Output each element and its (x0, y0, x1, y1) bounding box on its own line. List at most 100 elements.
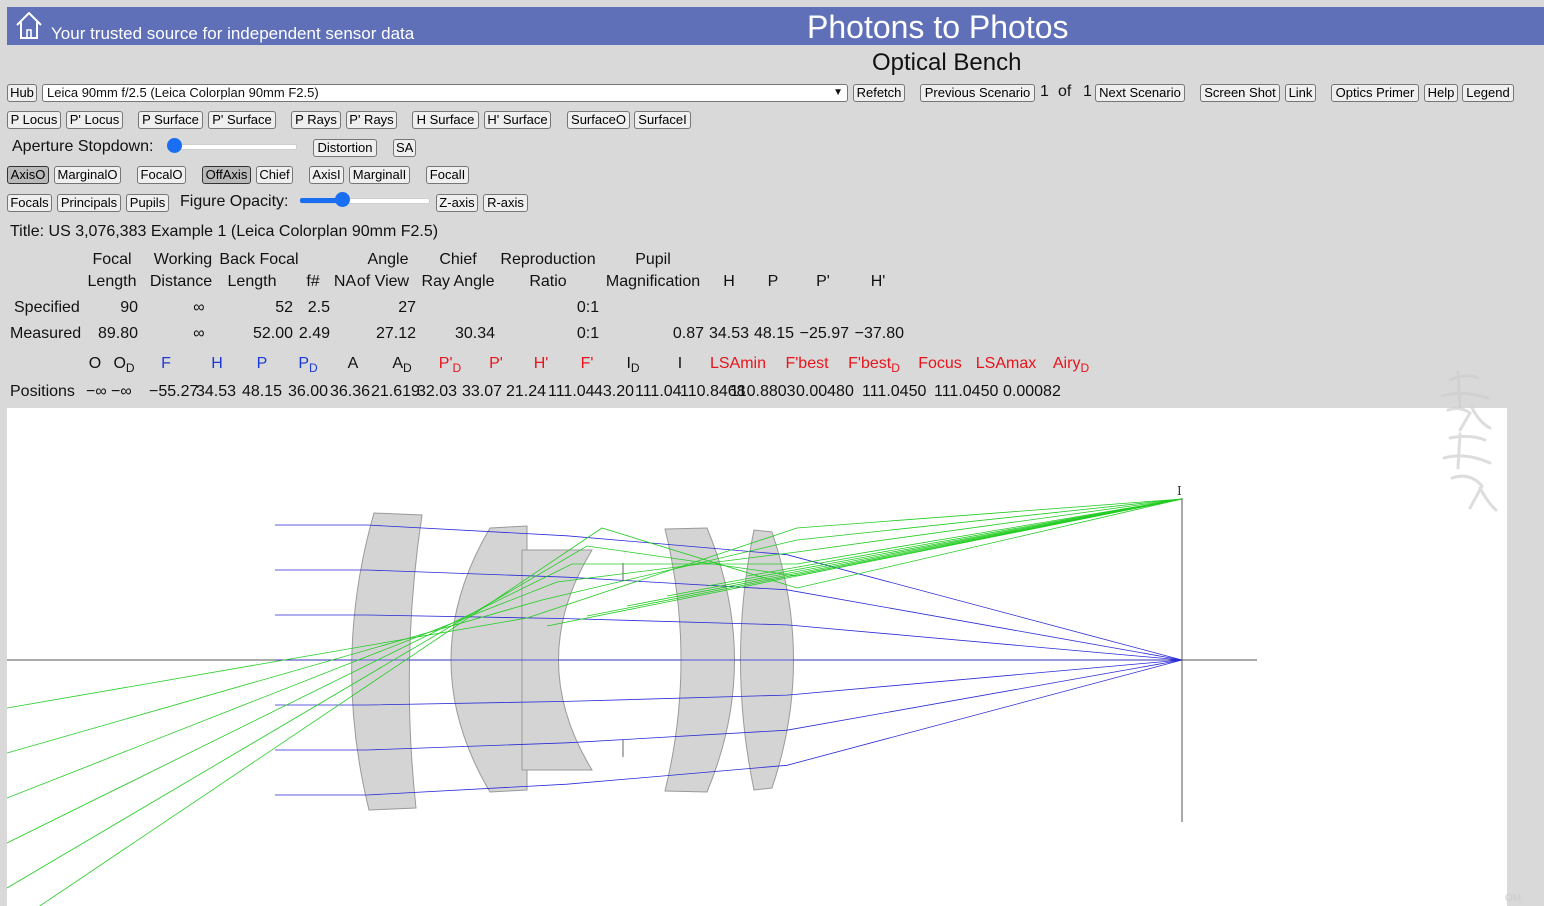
h-surface-button[interactable]: H Surface (412, 111, 479, 129)
screen-shot-button[interactable]: Screen Shot (1200, 84, 1280, 102)
position-label: F'best (785, 355, 828, 373)
figure-opacity-label: Figure Opacity: (180, 193, 289, 210)
aperture-stopdown-label: Aperture Stopdown: (12, 138, 154, 155)
marginal-o-button[interactable]: MarginalO (54, 166, 121, 184)
specified-fnum: 2.5 (307, 299, 330, 316)
footer-mark: OM (1505, 893, 1522, 904)
next-scenario-button[interactable]: Next Scenario (1095, 84, 1185, 102)
position-label-text: LSAmax (975, 355, 1037, 372)
measured-angle: 27.12 (375, 325, 416, 342)
site-title[interactable]: Photons to Photos (807, 9, 1069, 46)
z-axis-button[interactable]: Z-axis (436, 194, 478, 212)
principals-button[interactable]: Principals (57, 194, 121, 212)
scenario-of: of (1058, 83, 1072, 100)
hub-button[interactable]: Hub (7, 84, 37, 102)
focal-o-button[interactable]: FocalO (137, 166, 186, 184)
p-surface-button[interactable]: P Surface (138, 111, 203, 129)
position-label-text: O (88, 355, 102, 372)
position-value: 111.0450 (934, 383, 999, 400)
position-label: PD (298, 355, 317, 375)
col-header-chief: Chief (439, 251, 477, 268)
p-prime-rays-button[interactable]: P' Rays (346, 111, 397, 129)
surface-o-button[interactable]: SurfaceO (567, 111, 630, 129)
site-tagline: Your trusted source for independent sens… (51, 24, 415, 43)
surface-i-button[interactable]: SurfaceI (634, 111, 691, 129)
position-label: ID (626, 355, 639, 375)
legend-button[interactable]: Legend (1462, 84, 1514, 102)
position-label: H (211, 355, 223, 373)
position-label: AiryD (1053, 355, 1089, 375)
position-label-subscript: D (125, 361, 135, 376)
pupils-button[interactable]: Pupils (126, 194, 169, 212)
position-value: 33.07 (462, 383, 503, 400)
axis-i-button[interactable]: AxisI (309, 166, 344, 184)
measured-chief: 30.34 (454, 325, 495, 342)
measured-p: 48.15 (753, 325, 794, 342)
chief-button[interactable]: Chief (256, 166, 293, 184)
position-value: 111.0450 (862, 383, 927, 400)
slider-thumb[interactable] (167, 138, 182, 153)
measured-pupil-mag: 0.87 (672, 325, 704, 342)
p-rays-button[interactable]: P Rays (291, 111, 341, 129)
position-label-text: P' (489, 355, 503, 372)
h-prime-surface-button[interactable]: H' Surface (484, 111, 551, 129)
optical-bench-canvas[interactable]: I (7, 408, 1507, 906)
position-label: F' (581, 355, 594, 373)
col-header-p-prime: P' (816, 273, 830, 290)
position-value: 43.20 (594, 383, 635, 400)
optics-primer-button[interactable]: Optics Primer (1331, 84, 1419, 102)
position-label: AD (392, 355, 411, 375)
p-prime-locus-button[interactable]: P' Locus (66, 111, 123, 129)
col-header-ray-angle: Ray Angle (421, 273, 495, 290)
home-icon[interactable] (14, 10, 44, 40)
p-prime-surface-button[interactable]: P' Surface (208, 111, 276, 129)
slider-thumb[interactable] (334, 192, 350, 207)
measured-p-prime: −25.97 (799, 325, 849, 342)
help-button[interactable]: Help (1424, 84, 1458, 102)
position-label: Focus (918, 355, 962, 373)
position-label-text: A (392, 355, 403, 372)
page-title: Optical Bench (872, 49, 1022, 76)
aperture-stopdown-slider[interactable] (167, 138, 297, 154)
marginal-i-button[interactable]: MarginalI (349, 166, 410, 184)
axis-o-button[interactable]: AxisO (7, 166, 49, 184)
col-header-ratio: Ratio (529, 273, 567, 290)
lens-select[interactable]: Leica 90mm f/2.5 (Leica Colorplan 90mm F… (42, 84, 848, 102)
position-label: OD (113, 355, 134, 375)
focal-i-button[interactable]: FocalI (426, 166, 469, 184)
position-label: F'bestD (848, 355, 900, 375)
position-label-text: O (113, 355, 126, 372)
col-header-of-view: of View (356, 273, 410, 290)
position-label-subscript: D (1080, 361, 1090, 376)
figure-opacity-slider[interactable] (300, 192, 430, 208)
refetch-button[interactable]: Refetch (853, 84, 905, 102)
position-label-subscript: D (452, 361, 462, 376)
lens-element-2 (450, 525, 528, 793)
focals-button[interactable]: Focals (7, 194, 52, 212)
off-axis-ray (546, 498, 1183, 627)
position-label-text: LSAmin (709, 355, 767, 372)
col-header-fnum: f# (306, 273, 320, 290)
r-axis-button[interactable]: R-axis (483, 194, 528, 212)
position-value: 0.00082 (1003, 383, 1061, 400)
position-label-text: P (298, 355, 309, 372)
col-header-h: H (723, 273, 735, 290)
measured-fnum: 2.49 (298, 325, 330, 342)
col-header-reproduction: Reproduction (500, 251, 596, 268)
distortion-button[interactable]: Distortion (313, 139, 377, 157)
off-axis-ray (7, 498, 1183, 844)
previous-scenario-button[interactable]: Previous Scenario (920, 84, 1035, 102)
position-value: −∞ (86, 383, 107, 400)
position-label-text: P' (438, 355, 453, 372)
position-label-text: Airy (1052, 355, 1081, 372)
link-button[interactable]: Link (1285, 84, 1316, 102)
sa-button[interactable]: SA (393, 139, 416, 157)
chevron-down-icon: ▼ (833, 87, 843, 98)
off-axis-button[interactable]: OffAxis (202, 166, 251, 184)
position-label: A (348, 355, 359, 373)
p-locus-button[interactable]: P Locus (7, 111, 61, 129)
specified-back: 52 (275, 299, 293, 316)
measured-back: 52.00 (252, 325, 293, 342)
specified-focal: 90 (120, 299, 138, 316)
position-label-text: I (677, 355, 683, 372)
